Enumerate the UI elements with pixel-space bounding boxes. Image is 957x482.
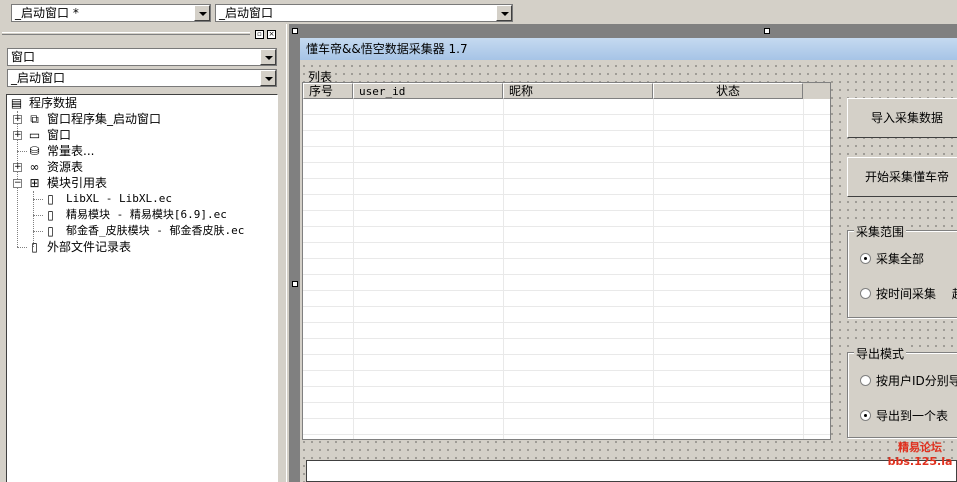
list-header: 序号 user_id 昵称 状态 bbox=[303, 83, 830, 99]
chevron-down-icon[interactable] bbox=[260, 49, 276, 65]
scope-group-title: 采集范围 bbox=[854, 223, 907, 240]
radio-label: 按时间采集 bbox=[876, 287, 937, 301]
start-collect-label: 开始采集懂车帝 bbox=[864, 170, 949, 184]
log-textbox[interactable] bbox=[306, 460, 957, 482]
object-select[interactable]: _启动窗口 bbox=[7, 69, 277, 87]
tree-item-label: 窗口程序集_启动窗口 bbox=[47, 112, 162, 126]
object-value: _启动窗口 bbox=[11, 71, 66, 85]
expand-icon[interactable]: + bbox=[13, 115, 22, 124]
object-type-select[interactable]: 窗口 bbox=[7, 48, 277, 66]
panel-header: ▫ × bbox=[0, 30, 282, 40]
watermark-line1: 精易论坛 bbox=[898, 441, 942, 454]
export-group: 导出模式 按用户ID分别导 导出到一个表 bbox=[847, 345, 957, 438]
column-divider bbox=[353, 99, 354, 439]
column-divider bbox=[803, 99, 804, 439]
tree-item-label: LibXL - LibXL.ec bbox=[66, 192, 172, 205]
forum-watermark: 精易论坛 bbs.125.la bbox=[883, 441, 957, 469]
tree-item-label: 外部文件记录表 bbox=[47, 240, 132, 254]
project-tree[interactable]: ▤ 程序数据 + ⧉ 窗口程序集_启动窗口 + ▭ 窗口 ⛁ 常量表... + … bbox=[6, 94, 278, 482]
window-select[interactable]: _启动窗口 * bbox=[11, 4, 211, 22]
event-select[interactable]: _启动窗口 bbox=[215, 4, 513, 22]
radio-label: 按用户ID分别导 bbox=[876, 374, 957, 388]
expand-icon[interactable]: + bbox=[13, 163, 22, 172]
column-header[interactable]: 序号 bbox=[303, 83, 353, 99]
column-header[interactable]: user_id bbox=[353, 83, 503, 99]
data-list[interactable]: 序号 user_id 昵称 状态 bbox=[302, 82, 831, 440]
tree-item-label: 常量表... bbox=[47, 144, 95, 158]
radio-export-by-user[interactable]: 按用户ID分别导 bbox=[860, 373, 957, 389]
event-select-value: _启动窗口 bbox=[219, 6, 274, 20]
window-select-value: _启动窗口 * bbox=[15, 6, 79, 20]
close-icon[interactable]: × bbox=[267, 30, 276, 39]
form-title: 懂车帝&&悟空数据采集器 1.7 bbox=[300, 38, 957, 60]
tree-item-window[interactable]: + ▭ 窗口 bbox=[7, 127, 207, 143]
tree-item-label: 窗口 bbox=[47, 128, 72, 142]
radio-unselected-icon[interactable] bbox=[860, 288, 871, 299]
resize-handle[interactable] bbox=[292, 28, 298, 34]
tree-item-constants[interactable]: ⛁ 常量表... bbox=[7, 143, 207, 159]
start-collect-button[interactable]: 开始采集懂车帝 bbox=[847, 157, 957, 197]
watermark-line2: bbs.125.la bbox=[887, 455, 953, 468]
object-type-value: 窗口 bbox=[11, 50, 36, 64]
scope-extra-label: 起 bbox=[952, 287, 957, 301]
radio-export-one-table[interactable]: 导出到一个表 bbox=[860, 408, 948, 424]
resize-handle[interactable] bbox=[292, 281, 298, 287]
tree-item-assembly[interactable]: + ⧉ 窗口程序集_启动窗口 bbox=[7, 111, 207, 127]
tree-item-resources[interactable]: + ∞ 资源表 bbox=[7, 159, 207, 175]
expand-icon[interactable]: + bbox=[13, 131, 22, 140]
chevron-down-icon[interactable] bbox=[260, 70, 276, 86]
pin-icon[interactable]: ▫ bbox=[255, 30, 264, 39]
chevron-down-icon[interactable] bbox=[496, 5, 512, 21]
project-panel: ▫ × 窗口 _启动窗口 ▤ 程序数据 + ⧉ 窗口程序集_启动窗口 + ▭ 窗… bbox=[0, 30, 286, 482]
collapse-icon[interactable]: − bbox=[13, 179, 22, 188]
scope-group: 采集范围 采集全部 按时间采集 起 bbox=[847, 223, 957, 318]
import-data-label: 导入采集数据 bbox=[870, 111, 943, 125]
stack-icon: ⧉ bbox=[30, 112, 39, 126]
tree-item-label: 模块引用表 bbox=[47, 176, 108, 190]
file-icon: ▯ bbox=[47, 208, 54, 222]
export-group-title: 导出模式 bbox=[854, 345, 907, 362]
window-icon: ▭ bbox=[28, 128, 41, 142]
radio-selected-icon[interactable] bbox=[860, 253, 871, 264]
radio-collect-by-time[interactable]: 按时间采集 起 bbox=[860, 286, 957, 302]
program-data-icon: ▤ bbox=[10, 96, 23, 110]
column-header[interactable]: 状态 bbox=[653, 83, 803, 99]
tree-item-module[interactable]: ▯ 精易模块 - 精易模块[6.9].ec bbox=[7, 207, 277, 223]
column-header[interactable]: 昵称 bbox=[503, 83, 653, 99]
panel-grip[interactable] bbox=[2, 32, 250, 35]
radio-label: 采集全部 bbox=[876, 252, 925, 266]
constant-table-icon: ⛁ bbox=[29, 144, 40, 158]
tree-item-label: 精易模块 - 精易模块[6.9].ec bbox=[66, 208, 227, 221]
tree-item-module[interactable]: ▯ 郁金香_皮肤模块 - 郁金香皮肤.ec bbox=[7, 223, 277, 239]
radio-collect-all[interactable]: 采集全部 bbox=[860, 251, 924, 267]
resize-handle[interactable] bbox=[764, 28, 770, 34]
tree-item-label: 郁金香_皮肤模块 - 郁金香皮肤.ec bbox=[66, 224, 245, 237]
resource-icon: ∞ bbox=[29, 160, 40, 174]
tree-item-external[interactable]: ▯ 外部文件记录表 bbox=[7, 239, 207, 255]
radio-selected-icon[interactable] bbox=[860, 410, 871, 421]
import-data-button[interactable]: 导入采集数据 bbox=[847, 98, 957, 138]
module-ref-icon: ⊞ bbox=[29, 176, 40, 190]
form-window[interactable]: 懂车帝&&悟空数据采集器 1.7 列表 序号 user_id 昵称 状态 导入采… bbox=[300, 38, 957, 482]
file-icon: ▯ bbox=[47, 192, 54, 206]
radio-label: 导出到一个表 bbox=[876, 409, 949, 423]
column-divider bbox=[653, 99, 654, 439]
file-icon: ▯ bbox=[47, 224, 54, 238]
form-designer: 懂车帝&&悟空数据采集器 1.7 列表 序号 user_id 昵称 状态 导入采… bbox=[290, 24, 957, 482]
file-icon: ▯ bbox=[31, 240, 38, 254]
radio-unselected-icon[interactable] bbox=[860, 375, 871, 386]
tree-item-label: 资源表 bbox=[47, 160, 84, 174]
chevron-down-icon[interactable] bbox=[194, 5, 210, 21]
tree-item-module-ref[interactable]: − ⊞ 模块引用表 bbox=[7, 175, 207, 191]
tree-item-module[interactable]: ▯ LibXL - LibXL.ec bbox=[7, 191, 277, 207]
column-divider bbox=[503, 99, 504, 439]
tree-root-label: 程序数据 bbox=[29, 96, 78, 110]
